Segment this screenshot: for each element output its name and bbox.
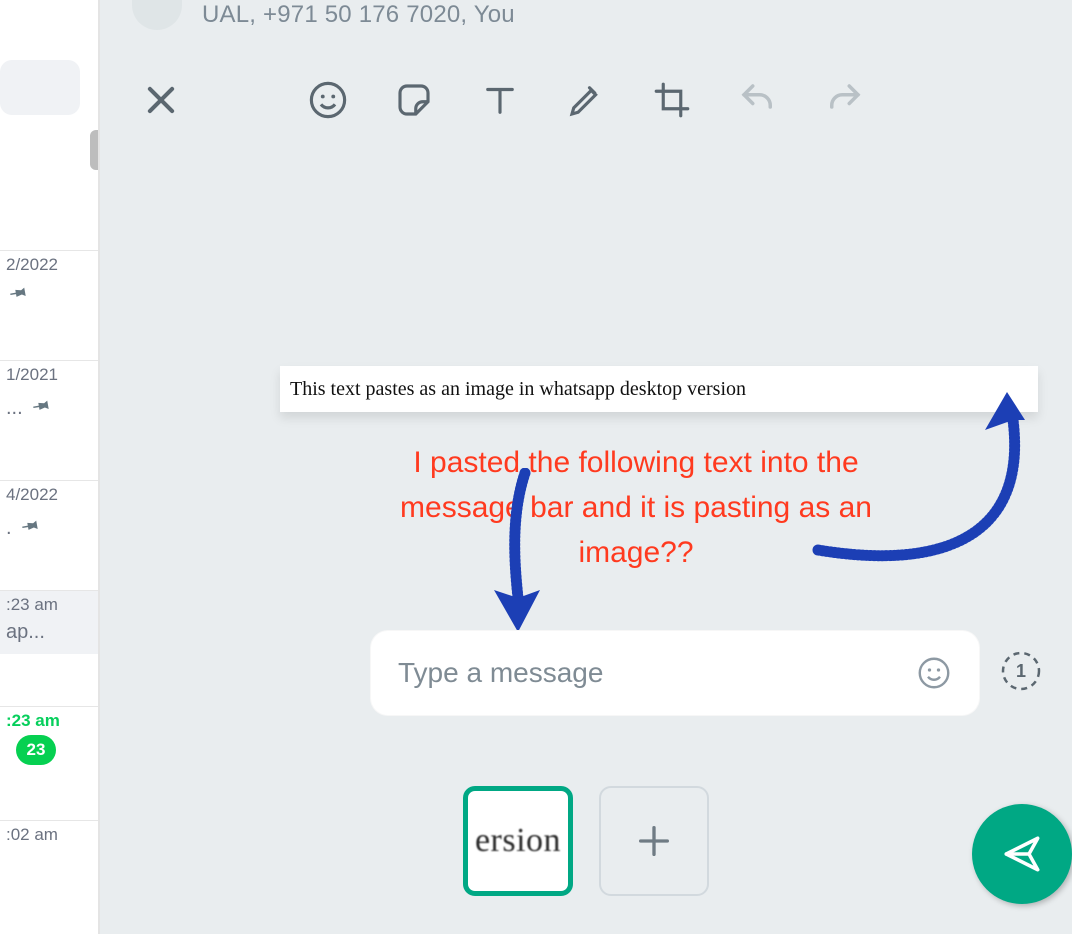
user-annotation: I pasted the following text into the mes… [400,440,872,575]
avatar [132,0,182,30]
pasted-image-text: This text pastes as an image in whatsapp… [290,378,746,401]
sidebar-scrollbar[interactable] [90,130,100,170]
media-preview-panel: UAL, +971 50 176 7020, You This text pas… [100,0,1072,934]
chat-list-sidebar: 2/2022 1/2021 ... 4/2022 . :23 am ap... … [0,0,100,934]
chat-item[interactable]: :02 am [0,820,98,855]
emoji-icon[interactable] [916,655,952,691]
chat-item[interactable]: 1/2021 ... [0,360,98,430]
chat-preview: ... [6,397,23,420]
media-thumbnail[interactable]: ersion [463,786,573,896]
draw-icon[interactable] [565,79,607,121]
sidebar-current-indicator [0,60,80,115]
chat-time: :02 am [6,825,92,845]
thumbnail-fragment: ersion [475,822,561,860]
caption-bar [370,630,980,716]
chat-preview: . [6,517,12,540]
undo-icon[interactable] [737,79,779,121]
text-icon[interactable] [479,79,521,121]
add-media-button[interactable] [599,786,709,896]
emoji-icon[interactable] [307,79,349,121]
svg-text:1: 1 [1016,661,1026,681]
chat-item[interactable]: :23 am ap... [0,590,98,654]
chat-item[interactable]: :23 am 23 [0,706,98,775]
chat-item[interactable]: 4/2022 . [0,480,98,550]
pin-icon [1,276,34,309]
caption-input[interactable] [398,657,916,689]
crop-icon[interactable] [651,79,693,121]
chat-time: :23 am [6,595,92,615]
unread-badge: 23 [16,735,56,765]
send-button[interactable] [972,804,1072,904]
pin-icon [13,509,46,542]
sticker-icon[interactable] [393,79,435,121]
chat-time: :23 am [6,711,92,731]
media-thumbnails: ersion [463,786,709,896]
chat-date: 4/2022 [6,485,92,505]
editor-toolbar [100,60,1072,140]
chat-header[interactable]: UAL, +971 50 176 7020, You [132,0,1072,40]
chat-subtitle: UAL, +971 50 176 7020, You [202,1,515,29]
redo-icon[interactable] [823,79,865,121]
chat-date: 2/2022 [6,255,92,275]
pasted-image-preview: This text pastes as an image in whatsapp… [280,366,1038,412]
chat-date: 1/2021 [6,365,92,385]
pin-icon [24,389,57,422]
view-once-icon[interactable]: 1 [1000,650,1042,692]
close-icon[interactable] [142,81,180,119]
chat-preview: ap... [6,621,92,644]
chat-item[interactable]: 2/2022 [0,250,98,315]
